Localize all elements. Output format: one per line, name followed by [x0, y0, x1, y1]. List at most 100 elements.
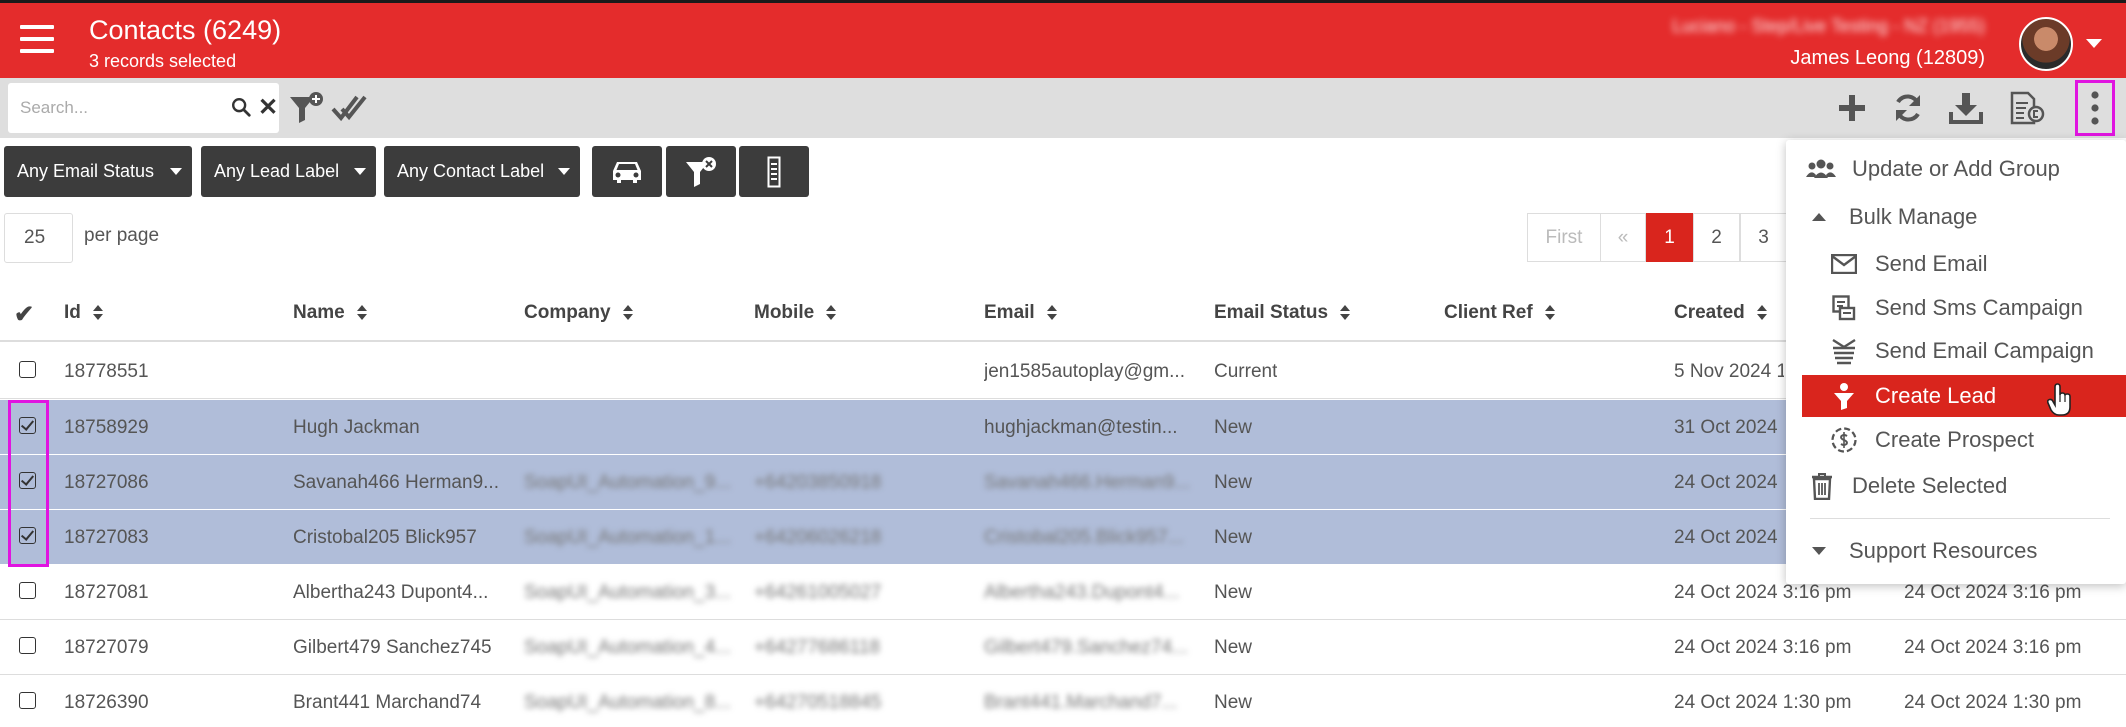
column-header-email[interactable]: Email	[984, 302, 1057, 324]
column-header-company-label: Company	[524, 302, 611, 323]
user-menu-caret-icon[interactable]	[2086, 39, 2102, 48]
chevron-down-icon	[170, 168, 182, 175]
menu-item-support-resources-label: Support Resources	[1849, 538, 2038, 563]
row-checkbox[interactable]	[19, 361, 36, 378]
cell-id: 18778551	[64, 361, 149, 382]
pagination-page-2[interactable]: 2	[1693, 213, 1740, 262]
search-input[interactable]	[20, 93, 220, 123]
avatar[interactable]	[2019, 17, 2073, 71]
cell-email: Brant441.Marchand7...	[984, 692, 1178, 713]
add-icon[interactable]	[1831, 87, 1873, 129]
cell-created: 24 Oct 2024 1:30 pm	[1674, 692, 1852, 713]
per-page-input[interactable]: 25	[4, 213, 73, 263]
column-header-email-status[interactable]: Email Status	[1214, 302, 1351, 324]
table-row[interactable]: 18726390 Brant441 Marchand74 SoapUI_Auto…	[0, 675, 2126, 727]
chevron-down-icon	[354, 168, 366, 175]
cell-company: SoapUI_Automation_3...	[524, 582, 732, 603]
column-header-client-ref[interactable]: Client Ref	[1444, 302, 1555, 324]
clear-search-icon[interactable]: ✕	[258, 93, 278, 122]
email-status-filter[interactable]: Any Email Status	[4, 146, 192, 197]
toolbar: ✕	[0, 78, 2126, 138]
menu-item-send-email-campaign[interactable]: Send Email Campaign	[1786, 330, 2126, 372]
cell-company: SoapUI_Automation_8...	[524, 692, 732, 713]
cell-created: 24 Oct 2024	[1674, 472, 1778, 493]
trash-icon	[1807, 471, 1837, 501]
refresh-icon[interactable]	[1887, 87, 1929, 129]
menu-item-send-email[interactable]: Send Email	[1786, 243, 2126, 285]
lead-label-filter[interactable]: Any Lead Label	[201, 146, 376, 197]
row-checkbox[interactable]	[19, 582, 36, 599]
menu-item-update-group-label: Update or Add Group	[1852, 156, 2060, 181]
caret-up-icon	[1804, 202, 1834, 232]
column-header-created-label: Created	[1674, 302, 1745, 323]
menu-item-create-lead[interactable]: Create Lead	[1802, 375, 2126, 417]
double-check-icon[interactable]	[328, 87, 370, 129]
column-header-company[interactable]: Company	[524, 302, 633, 324]
cell-name: Gilbert479 Sanchez745	[293, 637, 492, 658]
prospect-icon	[1829, 425, 1859, 455]
chevron-down-icon	[558, 168, 570, 175]
table-row[interactable]: 18727079 Gilbert479 Sanchez745 SoapUI_Au…	[0, 620, 2126, 675]
more-options-button[interactable]	[2075, 80, 2115, 136]
download-icon[interactable]	[1945, 87, 1987, 129]
cell-modified: 24 Oct 2024 1:30 pm	[1904, 692, 2082, 713]
cell-email: Gilbert479.Sanchez74...	[984, 637, 1188, 658]
contact-label-filter[interactable]: Any Contact Label	[384, 146, 580, 197]
menu-item-send-email-campaign-label: Send Email Campaign	[1875, 338, 2094, 363]
bulk-actions-menu: Update or Add Group Bulk Manage Send Ema…	[1786, 140, 2126, 584]
column-header-name[interactable]: Name	[293, 302, 367, 324]
menu-item-send-sms-label: Send Sms Campaign	[1875, 295, 2083, 320]
menu-item-delete-selected[interactable]: Delete Selected	[1786, 465, 2126, 507]
row-checkbox[interactable]	[19, 692, 36, 709]
page-title: Contacts (6249)	[89, 15, 282, 45]
envelope-icon	[1829, 249, 1859, 279]
column-header-email-status-label: Email Status	[1214, 302, 1329, 323]
column-header-created[interactable]: Created	[1674, 302, 1767, 324]
cell-name: Savanah466 Herman9...	[293, 472, 499, 493]
per-page-label: per page	[84, 225, 160, 246]
menu-item-send-sms[interactable]: Send Sms Campaign	[1786, 287, 2126, 329]
email-campaign-icon	[1829, 336, 1859, 366]
cell-email-status: New	[1214, 692, 1253, 713]
menu-item-create-lead-label: Create Lead	[1875, 383, 1997, 408]
hamburger-menu-icon[interactable]	[20, 25, 54, 53]
menu-item-create-prospect[interactable]: Create Prospect	[1786, 419, 2126, 461]
sort-icon	[92, 305, 103, 321]
pagination-page-3[interactable]: 3	[1740, 213, 1787, 262]
pagination-first[interactable]: First	[1527, 213, 1601, 262]
columns-button[interactable]	[739, 146, 809, 197]
column-header-mobile[interactable]: Mobile	[754, 302, 837, 324]
menu-item-send-email-label: Send Email	[1875, 251, 1988, 276]
row-checkbox[interactable]	[19, 637, 36, 654]
sort-icon	[356, 305, 367, 321]
cell-id: 18758929	[64, 417, 149, 438]
pagination-prev[interactable]: «	[1600, 213, 1646, 262]
menu-item-delete-selected-label: Delete Selected	[1852, 473, 2008, 498]
export-report-icon[interactable]	[2006, 87, 2048, 129]
cell-id: 18727086	[64, 472, 149, 493]
cell-mobile: +64261005027	[754, 582, 882, 603]
vehicle-filter-button[interactable]	[592, 146, 662, 197]
cell-mobile: +64203850918	[754, 472, 882, 493]
email-status-filter-label: Any Email Status	[17, 161, 155, 181]
menu-item-bulk-manage[interactable]: Bulk Manage	[1786, 196, 2126, 238]
cell-email-status: New	[1214, 637, 1253, 658]
cell-mobile: +64270518845	[754, 692, 882, 713]
selection-count: 3 records selected	[89, 51, 237, 71]
cell-name: Cristobal205 Blick957	[293, 527, 477, 548]
column-header-name-label: Name	[293, 302, 345, 323]
sort-icon	[1046, 305, 1057, 321]
cell-created: 5 Nov 2024 1	[1674, 361, 1784, 382]
cell-email-status: New	[1214, 417, 1253, 438]
search-icon[interactable]	[230, 96, 252, 118]
menu-item-update-group[interactable]: Update or Add Group	[1786, 148, 2126, 190]
add-filter-icon[interactable]	[285, 87, 327, 129]
select-all-checkmark-icon[interactable]: ✔	[14, 300, 34, 329]
menu-item-support-resources[interactable]: Support Resources	[1786, 530, 2126, 572]
cell-id: 18727083	[64, 527, 149, 548]
search-box: ✕	[8, 83, 279, 133]
clear-filter-button[interactable]	[666, 146, 736, 197]
column-header-id[interactable]: Id	[64, 302, 103, 324]
users-group-icon	[1806, 154, 1836, 184]
pagination-page-1[interactable]: 1	[1646, 213, 1693, 262]
